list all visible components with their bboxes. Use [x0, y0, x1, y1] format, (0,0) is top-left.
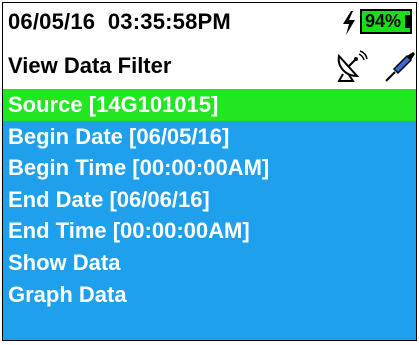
menu-item-end-date[interactable]: End Date [06/06/16] [3, 184, 416, 216]
satellite-dish-icon [337, 50, 368, 82]
filter-menu: Source [14G101015] Begin Date [06/05/16] B… [3, 89, 416, 340]
menu-item-begin-date[interactable]: Begin Date [06/05/16] [3, 121, 416, 153]
menu-item-end-time[interactable]: End Time [00:00:00AM] [3, 215, 416, 247]
lightning-bolt-icon [343, 11, 355, 35]
menu-item-begin-time[interactable]: Begin Time [00:00:00AM] [3, 152, 416, 184]
battery-tip [405, 15, 410, 28]
battery-level: 94% [364, 11, 402, 31]
menu-item-show-data[interactable]: Show Data [3, 247, 416, 279]
battery-indicator: 94% [360, 9, 412, 34]
page-title: View Data Filter [8, 53, 172, 78]
probe-icon [385, 52, 415, 82]
status-bar: 06/05/16 03:35:58PM 94% [3, 3, 416, 42]
menu-item-graph-data[interactable]: Graph Data [3, 279, 416, 311]
header-row: View Data Filter [3, 44, 416, 88]
menu-item-source[interactable]: Source [14G101015] [3, 89, 416, 121]
datetime-display: 06/05/16 03:35:58PM [8, 9, 231, 34]
device-screen: 06/05/16 03:35:58PM 94% View Data Filter… [2, 2, 417, 341]
